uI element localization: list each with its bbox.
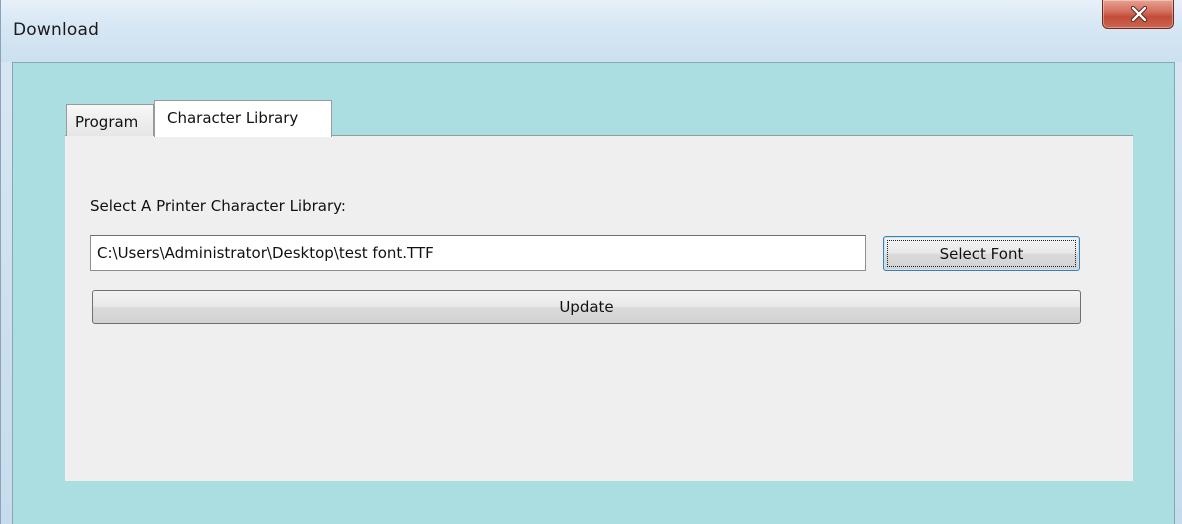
tab-character-library[interactable]: Character Library — [154, 100, 332, 137]
select-font-label: Select Font — [939, 244, 1024, 263]
tab-program[interactable]: Program — [66, 104, 154, 136]
update-label: Update — [559, 298, 614, 316]
update-button[interactable]: Update — [92, 290, 1081, 324]
window-title: Download — [13, 20, 100, 40]
title-bar[interactable]: Download — [1, 0, 1182, 62]
tab-program-label: Program — [75, 113, 139, 131]
close-button[interactable] — [1102, 0, 1174, 29]
select-font-button[interactable]: Select Font — [883, 236, 1080, 271]
download-window: Download Program Character Library Selec… — [0, 0, 1182, 524]
character-library-label: Select A Printer Character Library: — [90, 197, 346, 215]
tab-character-library-label: Character Library — [167, 109, 299, 127]
close-x-icon — [1130, 6, 1148, 22]
font-path-input[interactable] — [90, 235, 866, 271]
